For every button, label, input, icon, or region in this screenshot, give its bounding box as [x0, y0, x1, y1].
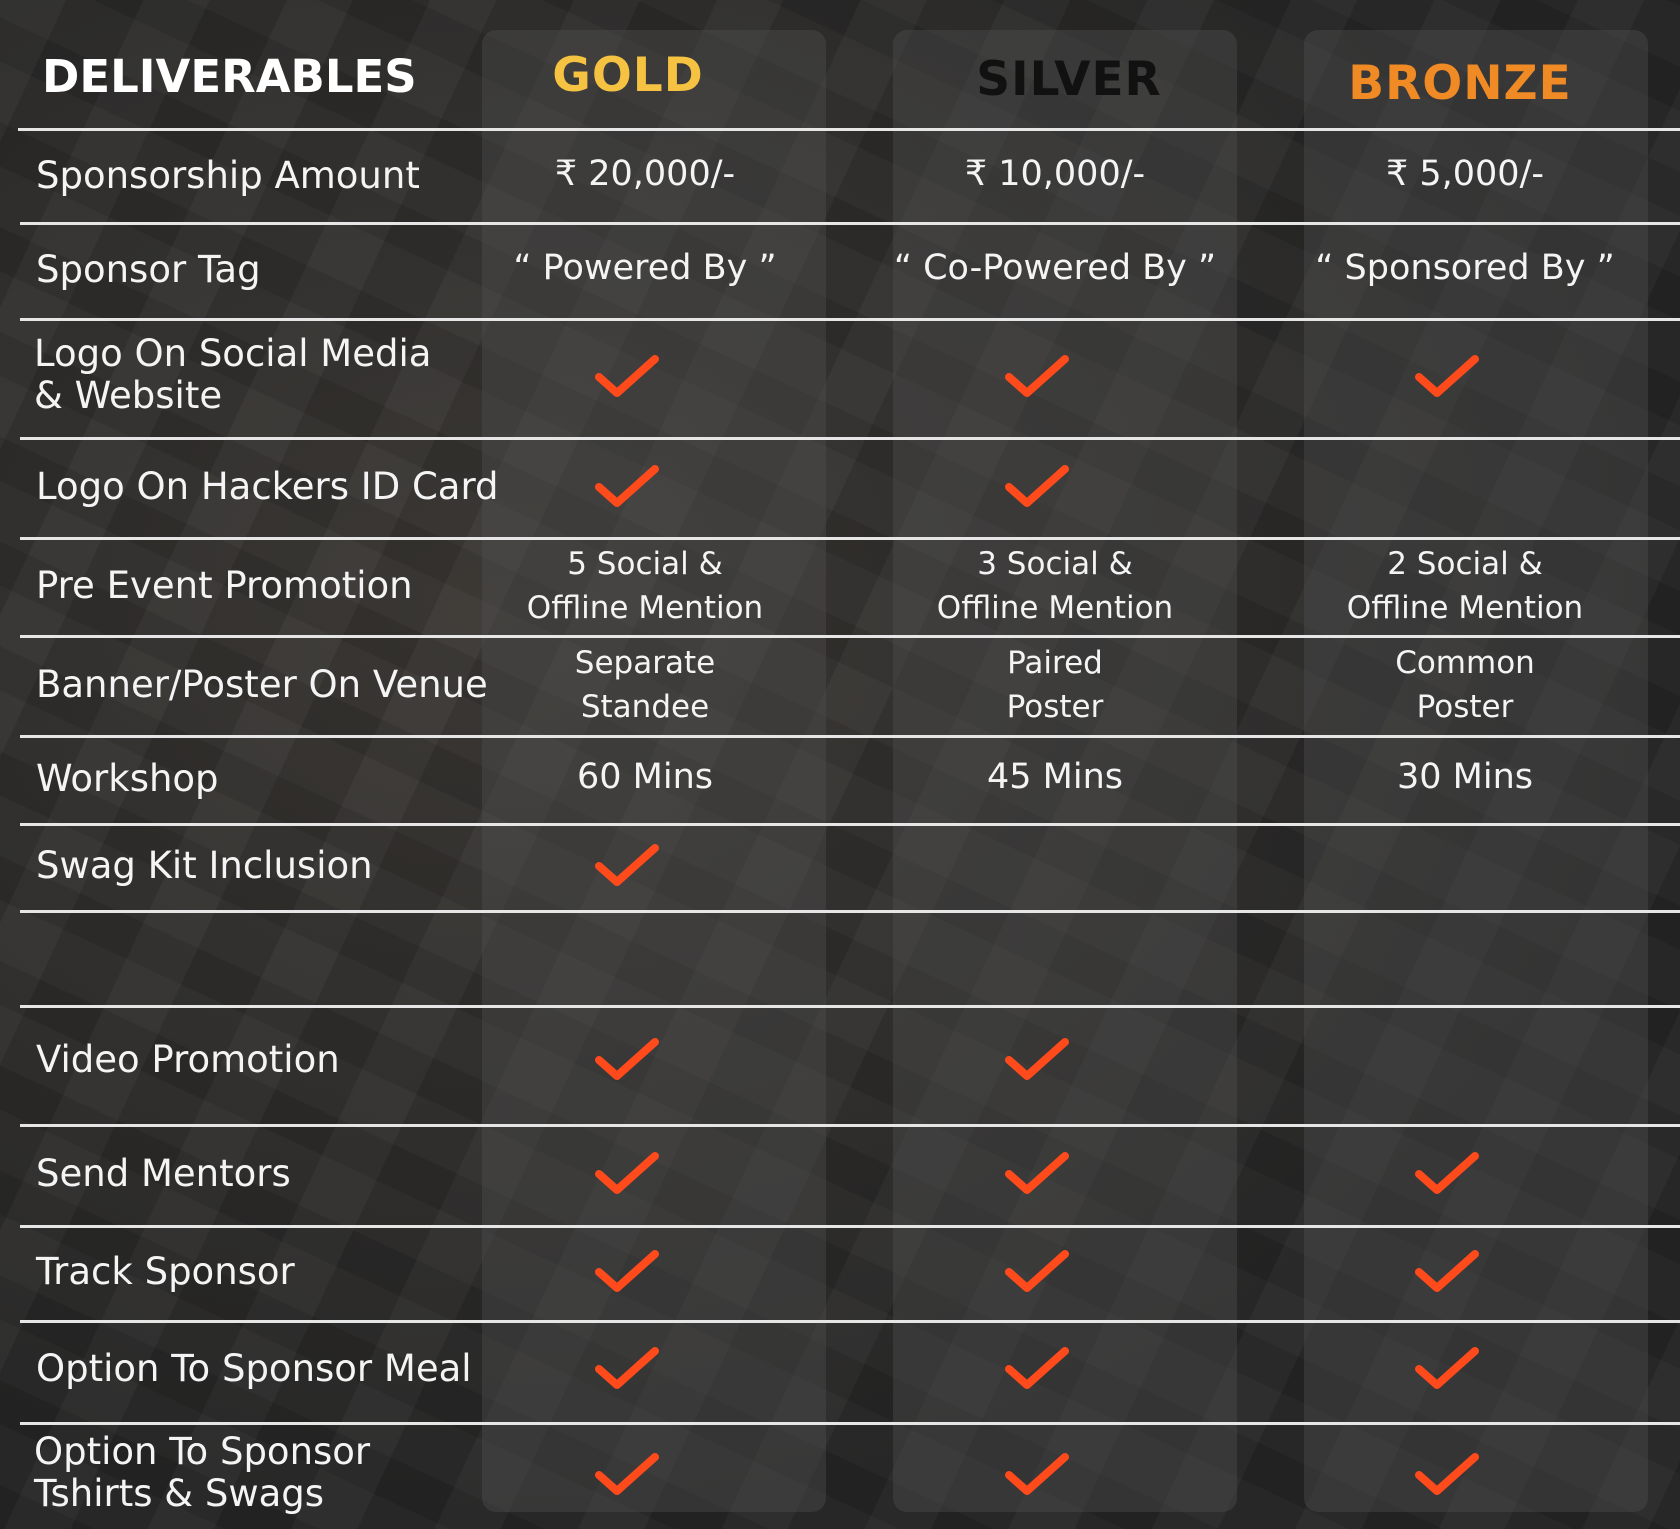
checkmark-icon — [1005, 355, 1069, 397]
sponsorship-table: DELIVERABLES GOLD SILVER BRONZE Sponsors… — [0, 0, 1680, 1529]
row-divider — [20, 1320, 1680, 1323]
value-cell: 3 Social & — [977, 546, 1133, 582]
value-cell: Offline Mention — [526, 590, 764, 626]
checkmark-icon — [1415, 1152, 1479, 1194]
row-divider — [20, 910, 1680, 913]
row-label: & Website — [34, 374, 223, 417]
value-cell: Offline Mention — [936, 590, 1174, 626]
checkmark-icon — [595, 1038, 659, 1080]
checkmark-icon — [595, 465, 659, 507]
checkmark-icon — [1005, 1250, 1069, 1292]
value-cell: ₹ 10,000/- — [964, 154, 1146, 194]
row-divider — [18, 128, 1680, 131]
value-cell: Standee — [580, 689, 710, 725]
row-divider — [20, 437, 1680, 440]
row-divider — [20, 318, 1680, 321]
row-label: Swag Kit Inclusion — [36, 844, 373, 887]
row-label: Sponsorship Amount — [36, 154, 420, 197]
checkmark-icon — [595, 1250, 659, 1292]
row-label: Video Promotion — [36, 1038, 340, 1081]
checkmark-icon — [1415, 1250, 1479, 1292]
checkmark-icon — [1415, 1453, 1479, 1495]
row-label: Sponsor Tag — [36, 248, 261, 291]
tier-gold-heading: GOLD — [552, 48, 704, 103]
value-cell: “ Powered By ” — [513, 248, 777, 288]
value-cell: Separate — [574, 645, 716, 681]
checkmark-icon — [595, 355, 659, 397]
row-label: Option To Sponsor — [34, 1430, 371, 1473]
row-divider — [20, 735, 1680, 738]
tier-silver-heading: SILVER — [976, 52, 1162, 107]
value-cell: Poster — [1006, 689, 1104, 725]
value-cell: 45 Mins — [986, 757, 1123, 797]
row-label: Option To Sponsor Meal — [36, 1347, 472, 1390]
checkmark-icon — [595, 844, 659, 886]
value-cell: “ Co-Powered By ” — [893, 248, 1217, 288]
row-divider — [20, 1124, 1680, 1127]
checkmark-icon — [1005, 465, 1069, 507]
value-cell: Poster — [1416, 689, 1514, 725]
checkmark-icon — [1415, 355, 1479, 397]
row-divider — [20, 537, 1680, 540]
value-cell: 2 Social & — [1387, 546, 1543, 582]
value-cell: ₹ 20,000/- — [554, 154, 736, 194]
value-cell: Offline Mention — [1346, 590, 1584, 626]
value-cell: “ Sponsored By ” — [1315, 248, 1615, 288]
value-cell: 5 Social & — [567, 546, 723, 582]
row-label: Tshirts & Swags — [34, 1472, 325, 1515]
row-label: Track Sponsor — [36, 1250, 295, 1293]
checkmark-icon — [1005, 1453, 1069, 1495]
row-divider — [20, 222, 1680, 225]
checkmark-icon — [595, 1152, 659, 1194]
checkmark-icon — [1415, 1347, 1479, 1389]
row-label: Banner/Poster On Venue — [36, 663, 488, 706]
row-divider — [20, 823, 1680, 826]
row-divider — [20, 1005, 1680, 1008]
checkmark-icon — [595, 1453, 659, 1495]
value-cell: Common — [1395, 645, 1535, 681]
row-label: Pre Event Promotion — [36, 564, 413, 607]
checkmark-icon — [595, 1347, 659, 1389]
row-divider — [20, 1422, 1680, 1425]
row-divider — [20, 635, 1680, 638]
deliverables-heading: DELIVERABLES — [42, 50, 417, 103]
value-cell: Paired — [1007, 645, 1103, 681]
value-cell: 60 Mins — [576, 757, 713, 797]
checkmark-icon — [1005, 1152, 1069, 1194]
checkmark-icon — [1005, 1038, 1069, 1080]
row-label: Logo On Hackers ID Card — [36, 465, 499, 508]
value-cell: 30 Mins — [1396, 757, 1533, 797]
row-label: Workshop — [36, 757, 219, 800]
row-divider — [20, 1225, 1680, 1228]
tier-bronze-heading: BRONZE — [1348, 56, 1572, 111]
row-label: Logo On Social Media — [34, 332, 432, 375]
value-cell: ₹ 5,000/- — [1385, 154, 1544, 194]
row-label: Send Mentors — [36, 1152, 291, 1195]
checkmark-icon — [1005, 1347, 1069, 1389]
